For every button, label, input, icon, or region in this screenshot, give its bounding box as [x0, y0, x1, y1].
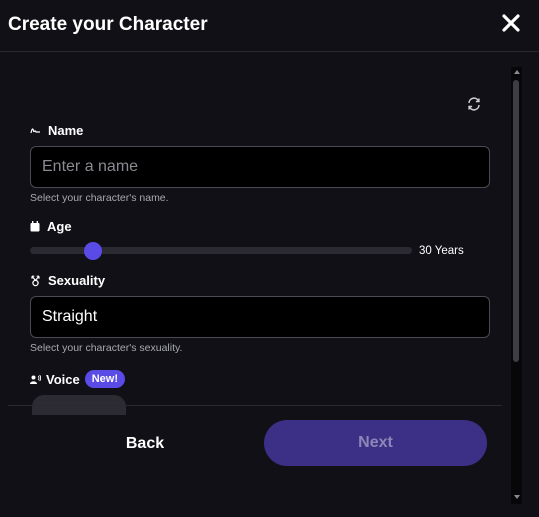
- dialog-title: Create your Character: [8, 14, 208, 35]
- scroll-up-arrow-icon[interactable]: [514, 70, 520, 74]
- age-label: Age: [30, 219, 72, 234]
- next-button[interactable]: Next: [264, 420, 487, 466]
- close-button[interactable]: [498, 10, 524, 36]
- signature-icon: [30, 128, 40, 134]
- name-input[interactable]: [30, 146, 490, 188]
- footer-divider: [8, 405, 502, 406]
- scroll-down-arrow-icon[interactable]: [514, 495, 520, 499]
- sexuality-label-text: Sexuality: [48, 273, 106, 288]
- back-button[interactable]: Back: [32, 422, 258, 466]
- name-helper: Select your character's name.: [30, 192, 169, 204]
- voice-icon: [30, 374, 41, 384]
- age-slider-thumb[interactable]: [83, 242, 102, 260]
- age-value: 30 Years: [419, 245, 464, 257]
- dialog-header: Create your Character: [0, 0, 539, 52]
- voice-label: Voice New!: [30, 370, 125, 388]
- sexuality-helper: Select your character's sexuality.: [30, 342, 183, 354]
- voice-label-text: Voice: [46, 371, 80, 387]
- calendar-icon: [30, 221, 40, 232]
- gender-icon: [31, 275, 40, 286]
- close-icon: [502, 14, 520, 32]
- refresh-button[interactable]: [466, 96, 482, 112]
- refresh-icon: [468, 97, 480, 111]
- name-label: Name: [30, 123, 83, 138]
- sexuality-label: Sexuality: [30, 273, 105, 288]
- scrollbar-thumb[interactable]: [513, 80, 519, 362]
- age-label-text: Age: [47, 219, 72, 234]
- new-badge: New!: [84, 370, 125, 388]
- sexuality-select[interactable]: [30, 296, 490, 338]
- name-label-text: Name: [48, 123, 84, 138]
